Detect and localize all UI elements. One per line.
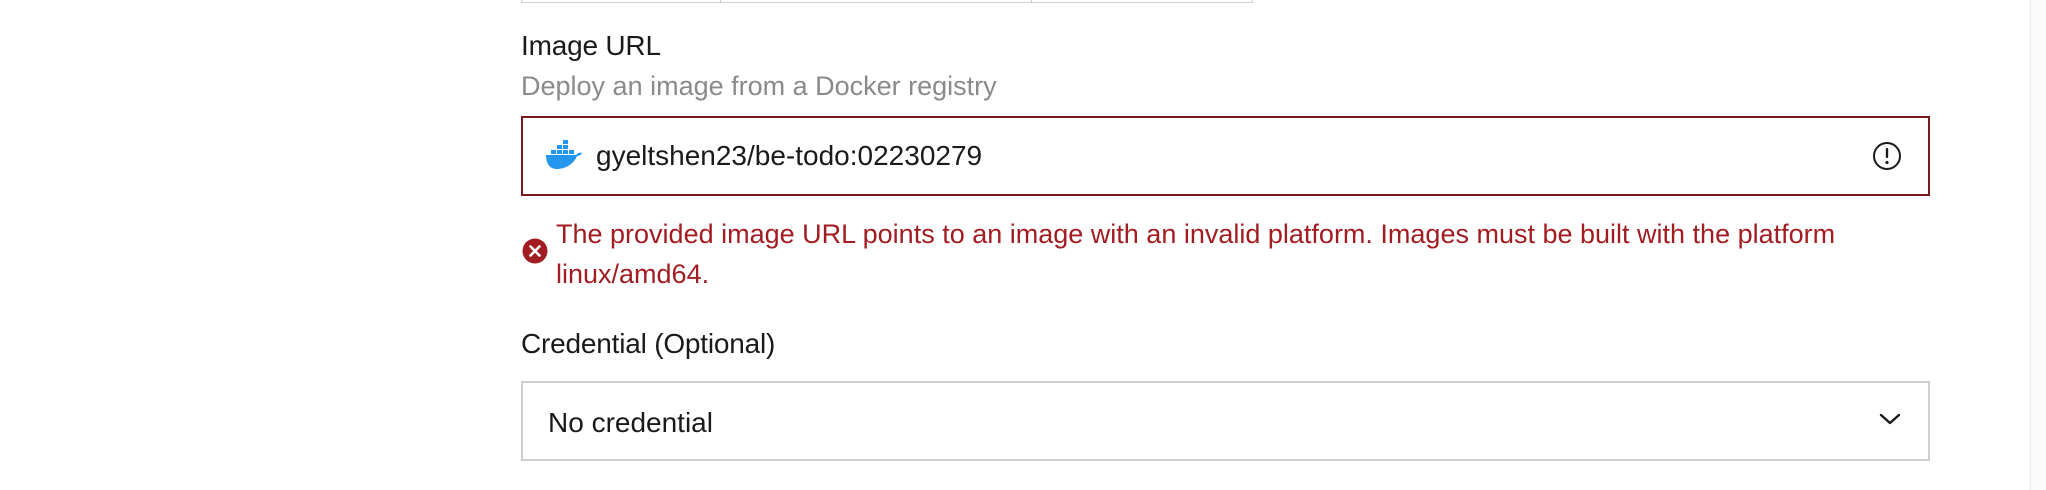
image-url-input[interactable]: gyeltshen23/be-todo:02230279 [521,116,1930,196]
page: Image URL Deploy an image from a Docker … [0,0,2046,490]
credential-selected-value: No credential [548,407,713,438]
image-url-value[interactable]: gyeltshen23/be-todo:02230279 [596,118,982,194]
image-url-help-text: Deploy an image from a Docker registry [521,71,997,101]
credential-select[interactable]: No credential [521,381,1930,461]
segment[interactable] [1032,0,1252,2]
segmented-control-remnant[interactable] [521,0,1253,3]
docker-icon [546,140,582,169]
segment[interactable] [721,0,1032,2]
alert-circle-icon [1873,142,1901,170]
error-x-circle-icon [522,238,548,264]
error-message-text: The provided image URL points to an imag… [556,219,1836,289]
chevron-down-icon [1879,413,1901,425]
segment[interactable] [522,0,722,2]
scrollbar[interactable] [2030,0,2046,490]
image-url-label: Image URL [521,30,661,61]
credential-label: Credential (Optional) [521,328,776,359]
